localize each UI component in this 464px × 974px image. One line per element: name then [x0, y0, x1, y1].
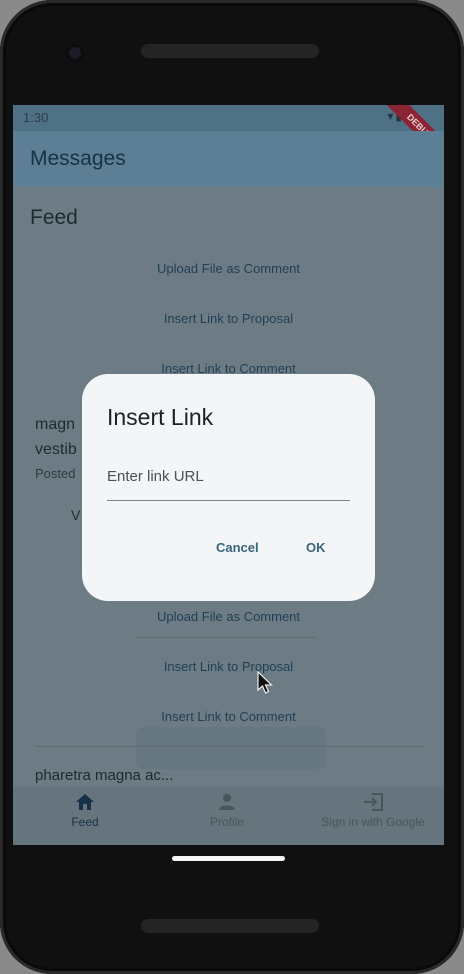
post-meta: Posted [35, 466, 76, 481]
nav-profile-label: Profile [209, 815, 244, 829]
ok-button[interactable]: OK [298, 536, 334, 559]
app-title: Messages [30, 147, 126, 170]
bottom-navigation: Feed Profile Sign in with Google [13, 787, 444, 845]
upload-file-comment-button-2[interactable]: Upload File as Comment [13, 609, 444, 624]
login-icon [364, 793, 383, 811]
insert-link-proposal-button[interactable]: Insert Link to Proposal [13, 311, 444, 326]
home-indicator[interactable] [172, 856, 285, 861]
nav-sign-in[interactable]: Sign in with Google [311, 793, 435, 829]
cancel-button[interactable]: Cancel [208, 536, 267, 559]
status-bar: 1:30 ▾▮ DEBUG [13, 105, 444, 169]
feed-heading: Feed [30, 206, 78, 229]
post-text-line1: magn [35, 416, 76, 433]
action-divider [136, 637, 316, 638]
link-url-placeholder: Enter link URL [107, 468, 204, 485]
bottom-speaker [141, 919, 319, 933]
nav-profile[interactable]: Profile [197, 793, 257, 829]
nav-sign-in-label: Sign in with Google [321, 815, 425, 829]
post-text-line2: vestib [35, 441, 77, 458]
upload-file-comment-button[interactable]: Upload File as Comment [13, 261, 444, 276]
nav-feed[interactable]: Feed [55, 793, 115, 829]
earpiece-speaker [141, 44, 319, 58]
next-post-text: pharetra magna ac... [35, 767, 174, 784]
post-label-partial: V [71, 507, 81, 523]
person-icon [219, 794, 235, 810]
dialog-title: Insert Link [107, 404, 214, 430]
link-url-input[interactable]: Enter link URL [107, 466, 350, 501]
insert-link-proposal-button-2[interactable]: Insert Link to Proposal [13, 659, 444, 674]
insert-link-dialog: Insert Link Enter link URL Cancel OK [82, 374, 375, 601]
status-time: 1:30 [23, 110, 49, 125]
pressed-highlight [136, 727, 326, 769]
mouse-cursor-icon [257, 671, 273, 694]
home-icon [76, 794, 94, 810]
insert-link-comment-button-2[interactable]: Insert Link to Comment [13, 709, 444, 724]
app-bar: Messages [13, 131, 444, 187]
front-camera [66, 44, 84, 62]
phone-frame: 1:30 ▾▮ DEBUG Messages Feed Upload File … [0, 0, 464, 974]
nav-feed-label: Feed [71, 815, 99, 829]
post-divider [35, 746, 425, 747]
